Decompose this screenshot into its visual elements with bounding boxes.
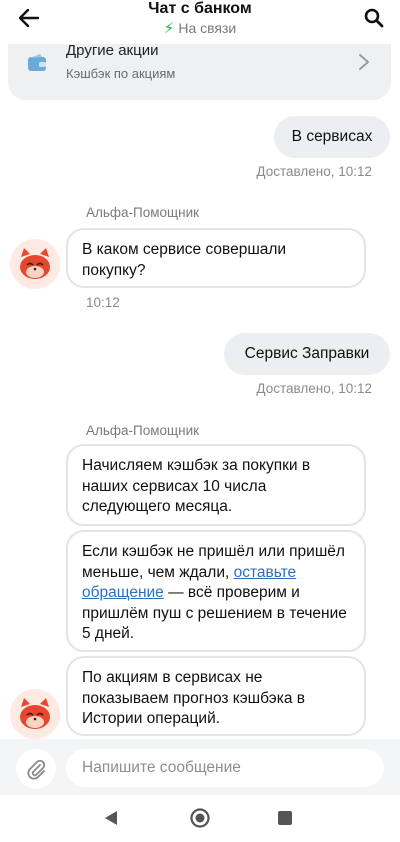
triangle-back-icon: [105, 811, 117, 825]
assistant-avatar: [10, 239, 60, 289]
circle-home-icon: [190, 808, 210, 828]
delivery-status: Доставлено, 10:12: [256, 381, 372, 396]
message-composer: [0, 739, 400, 795]
chat-title: Чат с банком: [148, 0, 252, 17]
attach-button[interactable]: [16, 749, 56, 789]
incoming-message[interactable]: Если кэшбэк не пришёл или пришёл меньше,…: [66, 530, 366, 652]
promo-card-subtitle: Кэшбэк по акциям: [66, 66, 176, 81]
paperclip-icon: [27, 759, 46, 780]
message-time: 10:12: [86, 295, 120, 310]
message-input[interactable]: [66, 749, 384, 787]
search-icon: [364, 8, 384, 28]
delivery-status: Доставлено, 10:12: [256, 164, 372, 179]
search-button[interactable]: [360, 5, 388, 31]
message-text: Сервис Заправки: [244, 345, 370, 362]
message-text: По акциям в сервисах не показываем прогн…: [82, 669, 305, 727]
square-recents-icon: [278, 811, 292, 825]
sender-name: Альфа-Помощник: [86, 423, 200, 438]
cat-icon: [20, 698, 50, 729]
chat-header: Чат с банком ⚡ На связи: [0, 0, 400, 44]
incoming-message[interactable]: Начисляем кэшбэк за покупки в наших серв…: [66, 444, 366, 526]
promo-card-title: Другие акции: [66, 42, 159, 59]
bolt-icon: ⚡: [163, 20, 175, 37]
nav-home-button[interactable]: [187, 805, 213, 831]
message-text: Начисляем кэшбэк за покупки в наших серв…: [82, 457, 311, 515]
sender-name: Альфа-Помощник: [86, 205, 200, 220]
message-text: В сервисах: [291, 128, 373, 145]
outgoing-message[interactable]: Сервис Заправки: [224, 333, 390, 375]
nav-back-button[interactable]: [98, 805, 124, 831]
cat-icon: [20, 248, 50, 279]
chevron-right-icon: [359, 54, 369, 70]
assistant-avatar: [10, 689, 60, 739]
message-text-part: Если кэшбэк не пришёл или пришёл меньше,…: [82, 543, 345, 581]
system-nav-bar: [0, 795, 400, 842]
wallet-icon: [28, 54, 46, 71]
incoming-message[interactable]: В каком сервисе совершали покупку?: [66, 228, 366, 288]
nav-recents-button[interactable]: [272, 805, 298, 831]
message-text: В каком сервисе совершали покупку?: [82, 241, 287, 279]
outgoing-message[interactable]: В сервисах: [274, 116, 390, 158]
incoming-message[interactable]: По акциям в сервисах не показываем прогн…: [66, 656, 366, 736]
status-text: На связи: [178, 20, 237, 36]
chat-status: ⚡ На связи: [0, 19, 400, 38]
